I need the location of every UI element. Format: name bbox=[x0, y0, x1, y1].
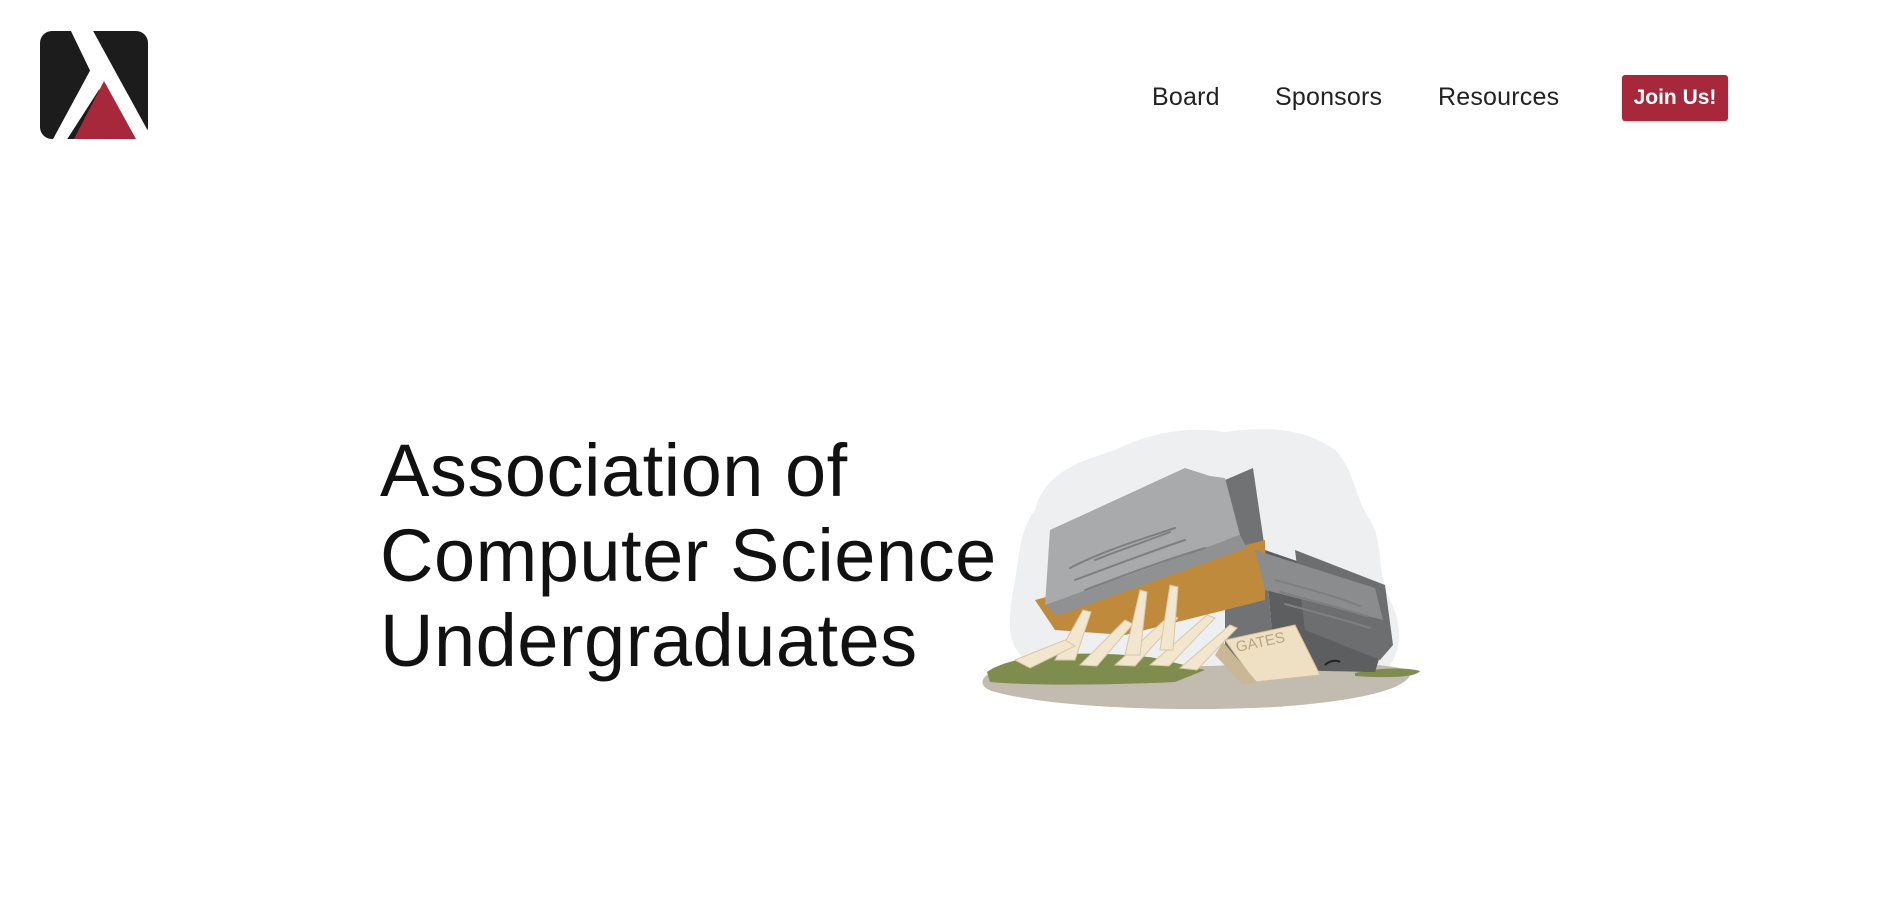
hero-title: Association of Computer Science Undergra… bbox=[380, 428, 1000, 683]
page: Board Sponsors Resources Join Us! Associ… bbox=[0, 0, 1898, 922]
nav-link-board[interactable]: Board bbox=[1152, 83, 1220, 112]
nav-link-sponsors[interactable]: Sponsors bbox=[1275, 83, 1382, 112]
nav-link-resources[interactable]: Resources bbox=[1438, 83, 1559, 112]
hero-title-line-1: Association of bbox=[380, 429, 848, 512]
join-us-button[interactable]: Join Us! bbox=[1622, 75, 1728, 121]
hero-title-line-2: Computer Science bbox=[380, 514, 997, 597]
acsu-logo-icon[interactable] bbox=[40, 29, 148, 141]
gates-building-illustration: GATES bbox=[975, 420, 1455, 720]
hero-title-line-3: Undergraduates bbox=[380, 599, 918, 682]
